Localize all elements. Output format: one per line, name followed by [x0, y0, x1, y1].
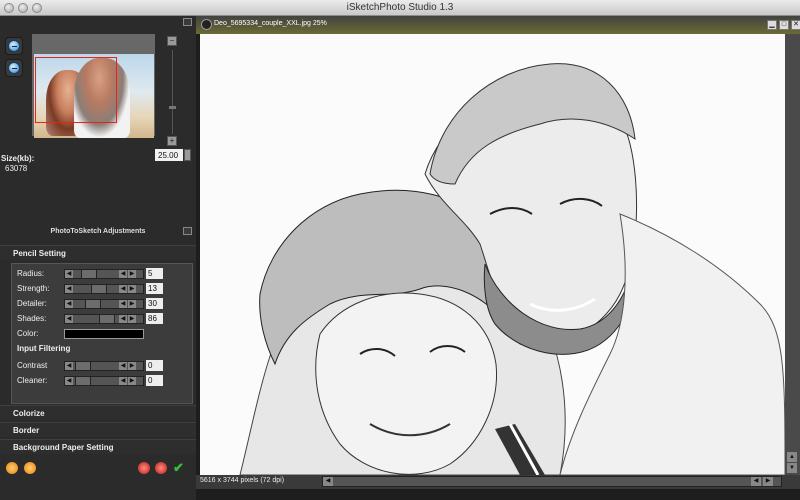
- colorize-header[interactable]: Colorize: [0, 405, 196, 420]
- border-header[interactable]: Border: [0, 422, 196, 437]
- navigator-preview: [32, 34, 155, 138]
- sun-icon[interactable]: [6, 462, 18, 474]
- zoom-in-button[interactable]: [5, 37, 23, 55]
- image-dimensions: 5616 x 3744 pixels (72 dpi): [200, 477, 285, 484]
- contrast-slider[interactable]: ◀ ◀ ▶: [64, 361, 144, 371]
- input-filtering-header: Input Filtering: [17, 344, 71, 353]
- pencil-setting-header[interactable]: Pencil Setting: [0, 245, 196, 260]
- zoom-minus-button[interactable]: −: [167, 36, 177, 46]
- shades-value[interactable]: 86: [146, 313, 163, 324]
- doc-maximize-icon[interactable]: □: [779, 20, 789, 30]
- sketch-image: [200, 34, 785, 475]
- pencil-setting-panel: Radius: ◀ ◀ ▶ 5 Strength: ◀ ◀ ▶ 13 Detailer:…: [11, 263, 193, 404]
- detach-icon[interactable]: [183, 18, 192, 26]
- detach-icon[interactable]: [183, 227, 192, 235]
- red-x-icon[interactable]: [138, 462, 150, 474]
- scroll-right-icon[interactable]: ▶: [763, 477, 773, 486]
- preview-thumbnail[interactable]: [34, 54, 154, 138]
- doc-minimize-icon[interactable]: ▁: [767, 20, 777, 30]
- strength-slider[interactable]: ◀ ◀ ▶: [64, 284, 144, 294]
- background-paper-header[interactable]: Background Paper Setting: [0, 439, 196, 454]
- sun-icon[interactable]: [24, 462, 36, 474]
- window-title: iSketchPhoto Studio 1.3: [346, 2, 454, 13]
- strength-row: Strength: ◀ ◀ ▶ 13: [12, 283, 192, 295]
- shades-row: Shades: ◀ ◀ ▶ 86: [12, 313, 192, 325]
- document-tab-title[interactable]: Deo_5695334_couple_XXL.jpg 25%: [214, 20, 327, 27]
- cleaner-row: Cleaner: ◀ ◀ ▶ 0: [12, 375, 192, 387]
- scroll-left-icon[interactable]: ◀: [751, 477, 761, 486]
- title-bar: iSketchPhoto Studio 1.3: [0, 0, 800, 16]
- zoom-out-button[interactable]: [5, 59, 23, 77]
- radius-value[interactable]: 5: [146, 268, 163, 279]
- document-window: Deo_5695334_couple_XXL.jpg 25% ▁ □ ✕ ▲ ▼: [196, 16, 800, 500]
- zoom-in-icon: [8, 40, 20, 52]
- left-panel: − + Size(kb): 63078 25.00 PhotoToSketch …: [0, 16, 196, 500]
- scroll-left-icon[interactable]: ◀: [323, 477, 333, 486]
- zoom-out-icon: [8, 62, 20, 74]
- adjustments-title: PhotoToSketch Adjustments: [50, 228, 146, 235]
- size-value: 63078: [5, 164, 28, 173]
- sketch-canvas[interactable]: [200, 34, 785, 475]
- cleaner-value[interactable]: 0: [146, 375, 163, 386]
- color-swatch[interactable]: [64, 329, 144, 339]
- zoom-stepper[interactable]: [184, 149, 191, 161]
- strength-value[interactable]: 13: [146, 283, 163, 294]
- red-x-icon[interactable]: [155, 462, 167, 474]
- horizontal-scrollbar[interactable]: ◀ ◀ ▶: [322, 476, 782, 487]
- zoom-slider[interactable]: − +: [167, 36, 181, 148]
- doc-close-icon[interactable]: ✕: [791, 20, 800, 30]
- radius-slider[interactable]: ◀ ◀ ▶: [64, 269, 144, 279]
- document-tab-bar: Deo_5695334_couple_XXL.jpg 25% ▁ □ ✕: [196, 16, 800, 34]
- contrast-row: Contrast ◀ ◀ ▶ 0: [12, 360, 192, 372]
- color-row: Color:: [12, 328, 192, 340]
- zoom-field[interactable]: 25.00: [155, 149, 183, 161]
- vertical-scrollbar[interactable]: ▲ ▼: [785, 34, 800, 475]
- contrast-value[interactable]: 0: [146, 360, 163, 371]
- radius-row: Radius: ◀ ◀ ▶ 5: [12, 268, 192, 280]
- app-icon: [201, 19, 212, 30]
- green-check-icon[interactable]: ✔: [173, 461, 185, 474]
- size-label: Size(kb):: [1, 154, 35, 163]
- zoom-plus-button[interactable]: +: [167, 136, 177, 146]
- detailer-value[interactable]: 30: [146, 298, 163, 309]
- detailer-row: Detailer: ◀ ◀ ▶ 30: [12, 298, 192, 310]
- shades-slider[interactable]: ◀ ◀ ▶: [64, 314, 144, 324]
- scroll-up-icon[interactable]: ▲: [787, 452, 797, 462]
- scroll-down-icon[interactable]: ▼: [787, 463, 797, 473]
- cleaner-slider[interactable]: ◀ ◀ ▶: [64, 376, 144, 386]
- detailer-slider[interactable]: ◀ ◀ ▶: [64, 299, 144, 309]
- viewport-rectangle[interactable]: [35, 57, 117, 123]
- zoom-slider-knob[interactable]: [169, 106, 176, 109]
